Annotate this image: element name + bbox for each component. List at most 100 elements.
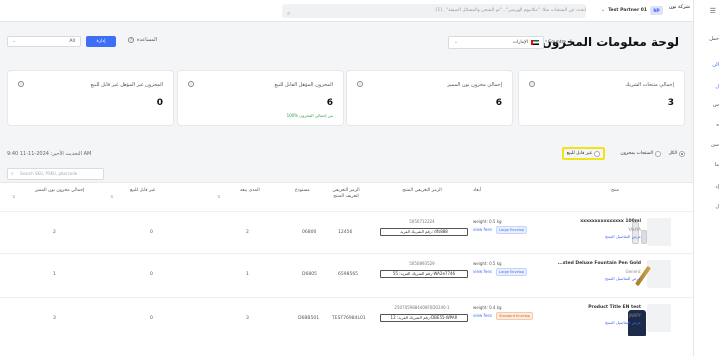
product-name: Product Title EN test (588, 305, 641, 310)
shipping-badge: Standard Envelop (496, 312, 534, 320)
sidebar-item-7[interactable]: ما (715, 162, 719, 168)
radio-icon (655, 150, 661, 157)
stat-title: المخزون غير المؤهل غير قابل للبيع (90, 82, 163, 88)
export-button[interactable]: إدارة (86, 36, 116, 47)
sidebar-item-2[interactable]: الن (712, 62, 719, 68)
help-icon: ? (128, 37, 134, 43)
product-weight: weight: 0.4 kg (473, 305, 502, 310)
product-details-link[interactable]: عرض التفاصيل المنتج (605, 276, 641, 281)
country-value: الإمارات (512, 40, 528, 45)
total-value: 2 (53, 230, 56, 235)
product-details-link[interactable]: عرض التفاصيل المنتج (605, 320, 641, 325)
product-barcode: 5050712224 (409, 219, 435, 224)
product-barcode: 2507059884d08F0D0240-1 (394, 305, 450, 310)
search-icon: ⌕ (11, 171, 14, 177)
chevron-down-icon: ⌄ (454, 40, 458, 45)
sidebar: ☰ حمل الن ل س ه سن ما إذ ل (693, 0, 727, 356)
col-total[interactable]: إجمالي مخزون نون المميز (35, 188, 84, 194)
product-brand: JIWIPY (628, 313, 641, 318)
filter-available[interactable]: المنتجات بمخزون (620, 147, 661, 160)
total-value: 1 (53, 272, 56, 277)
product-weight: weight: 0.5 kg (473, 219, 502, 224)
sidebar-item-1[interactable]: حمل (709, 36, 719, 42)
global-search-input[interactable]: ⌕ ابحث عن المنتجات مثلا: "مكانيوم الهريس… (282, 4, 586, 18)
unsellable-value: 0 (150, 316, 153, 321)
radio-icon (594, 150, 600, 157)
brand-logo[interactable]: شركة نون (669, 4, 690, 10)
stat-title: إجمالي مخزون نون المميز (447, 82, 502, 88)
global-search-placeholder: ابحث عن المنتجات مثلا: "مكانيوم الهريس" … (435, 8, 586, 13)
col-dims: أبعاد (473, 188, 482, 193)
product-brand: Generic (625, 269, 641, 274)
sort-icon[interactable]: ⇅ (12, 194, 15, 199)
table-search-input[interactable]: ⌕ Search SKU, PSKU, pbarcode (7, 168, 104, 180)
sidebar-item-8[interactable]: إذ (715, 184, 719, 190)
partner-name: Test Partner 01 (608, 7, 647, 13)
sidebar-item-6[interactable]: سن (711, 142, 719, 148)
table-row: ...sted Deluxe Fountain Pen Gold Generic… (0, 253, 693, 293)
reserved-value: D6805 (302, 272, 317, 277)
stat-value: 3 (667, 98, 674, 108)
sellable-value: 1 (246, 272, 249, 277)
product-name: ...sted Deluxe Fountain Pen Gold (557, 261, 641, 266)
brand-name: شركة نون (668, 4, 690, 10)
product-image[interactable] (635, 260, 671, 288)
filter-available-label: المنتجات بمخزون (620, 151, 653, 156)
stat-card-sellable: i المخزون المؤهل القابل للبيع 6 100% من … (177, 70, 344, 126)
total-value: 3 (53, 316, 56, 321)
info-icon[interactable]: i (18, 81, 24, 87)
view-fees-link[interactable]: view fees (473, 227, 492, 232)
sellable-value: 3 (246, 316, 249, 321)
sidebar-item-3[interactable]: ل (715, 84, 719, 90)
product-image[interactable] (632, 218, 671, 246)
stat-value: 6 (326, 98, 333, 108)
info-icon[interactable]: i (188, 81, 194, 87)
shipping-badge: Large Envelop (496, 226, 527, 234)
sidebar-item-5[interactable]: ه (716, 122, 719, 128)
stat-title: إجمالي منتجات الشريك (625, 82, 674, 88)
all-select[interactable]: ⌄ All (7, 36, 81, 47)
all-select-value: All (69, 39, 75, 44)
col-warehouse[interactable]: مستودع (295, 188, 310, 194)
app: ⌕ ابحث عن المنتجات مثلا: "مكانيوم الهريس… (0, 0, 727, 356)
col-unsellable[interactable]: غير قابل للبيع (130, 188, 155, 194)
partner-sku: رقم الشريك الفريد: 12-DBE55-WPAR (380, 314, 468, 322)
chevron-down-icon: ⌄ (600, 7, 606, 13)
partner-sku: رقم الشريك الفريد: 55-WA2e7746 (380, 270, 468, 278)
stat-card-total-products: i إجمالي منتجات الشريك 3 (518, 70, 685, 126)
view-fees-link[interactable]: view fees (473, 313, 492, 318)
sort-icon[interactable]: ⇅ (217, 194, 220, 199)
product-image[interactable] (628, 304, 671, 336)
col-psku: الرمز التعريفي لتعريف المنتج (332, 188, 360, 199)
filter-not-sellable[interactable]: غير قابل للبيع (561, 147, 605, 160)
reserved-value: 06800 (302, 230, 317, 235)
help-label: المساعدة (137, 37, 158, 43)
stat-card-unsellable: i المخزون غير المؤهل غير قابل للبيع 0 (7, 70, 174, 126)
warehouse-code: TEST76984L01 (332, 316, 366, 321)
product-brand: YAHYA (628, 227, 641, 232)
search-icon: ⌕ (287, 10, 291, 17)
filter-all[interactable]: الكل (668, 147, 685, 160)
product-details-link[interactable]: عرض التفاصيل المنتج (605, 234, 641, 239)
country-select[interactable]: الإمارات ⌄ (448, 36, 544, 49)
partner-switcher[interactable]: ⌄ Test Partner 01 NP (601, 3, 663, 17)
info-icon[interactable]: i (357, 81, 363, 87)
inventory-table: منتج أبعاد الرمز التعريفي المنتج الرمز ا… (0, 182, 693, 356)
warehouse-code: 6598565 (338, 272, 359, 277)
country-label: Country (548, 40, 566, 45)
view-fees-link[interactable]: view fees (473, 269, 492, 274)
filter-not-sellable-label: غير قابل للبيع (566, 151, 592, 156)
col-sellable[interactable]: المدى بيعه (240, 188, 260, 194)
sidebar-item-4[interactable]: س (713, 102, 719, 108)
stat-value: 6 (495, 98, 502, 108)
info-icon[interactable]: i (529, 81, 535, 87)
unsellable-value: 0 (150, 272, 153, 277)
stock-filter: الكل المنتجات بمخزون غير قابل للبيع (555, 147, 685, 161)
sidebar-item-9[interactable]: ل (715, 204, 719, 210)
stat-title: المخزون المؤهل القابل للبيع (274, 82, 333, 88)
menu-icon[interactable]: ☰ (710, 7, 716, 15)
col-partner-id: الرمز التعريفي المنتج (402, 188, 442, 193)
help-button[interactable]: ? المساعدة (128, 37, 157, 43)
product-barcode: 5050893529 (409, 261, 435, 266)
sort-icon[interactable]: ⇅ (110, 194, 113, 199)
